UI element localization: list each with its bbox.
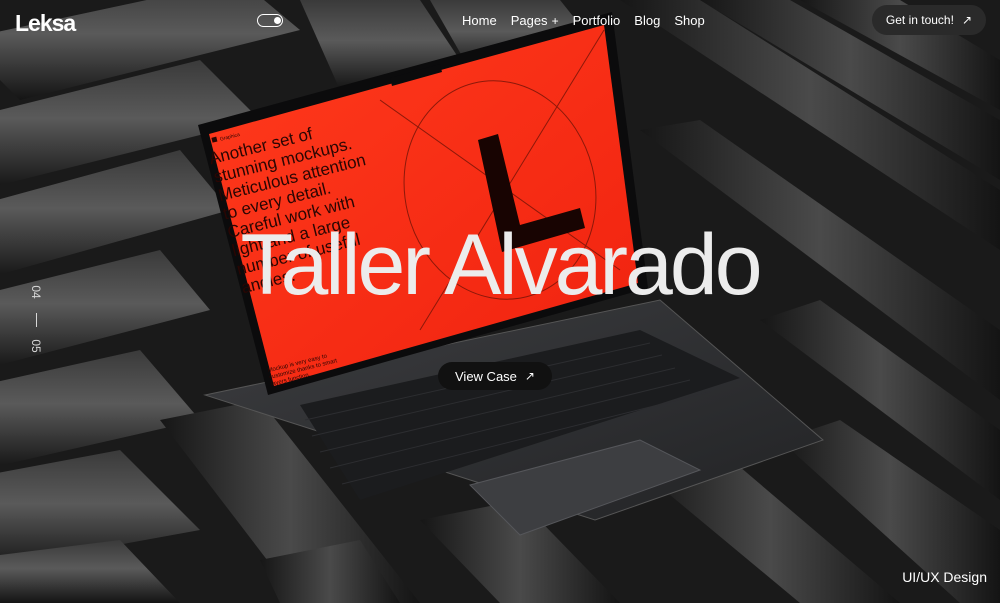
plus-icon: + xyxy=(551,14,559,28)
main-menu: Home Pages + Portfolio Blog Shop xyxy=(462,13,705,28)
arrow-up-right-icon: ↗ xyxy=(524,369,535,383)
menu-item-pages-label: Pages xyxy=(510,13,548,28)
menu-item-blog[interactable]: Blog xyxy=(634,13,660,28)
menu-item-home[interactable]: Home xyxy=(462,13,497,28)
slide-divider xyxy=(35,313,37,327)
get-in-touch-button[interactable]: Get in touch! ↗ xyxy=(871,5,986,35)
view-case-button[interactable]: View Case ↗ xyxy=(438,362,552,390)
get-in-touch-label: Get in touch! xyxy=(885,13,954,27)
view-case-label: View Case xyxy=(455,368,517,384)
hero-title: Taller Alvarado xyxy=(240,217,762,313)
hero-section: Another set of stunning mockups. Meticul… xyxy=(0,0,1000,603)
arrow-up-right-icon: ↗ xyxy=(961,13,972,27)
toggle-knob xyxy=(273,16,281,24)
project-category: UI/UX Design xyxy=(902,569,987,585)
menu-item-portfolio[interactable]: Portfolio xyxy=(573,13,621,28)
menu-item-pages[interactable]: Pages + xyxy=(511,13,559,28)
theme-toggle-icon[interactable] xyxy=(257,14,283,27)
slide-total: 05 xyxy=(29,339,43,353)
menu-item-shop[interactable]: Shop xyxy=(674,13,704,28)
top-navigation: Leksa Home Pages + Portfolio Blog Shop Ge… xyxy=(0,0,1000,42)
logo[interactable]: Leksa xyxy=(15,10,76,37)
